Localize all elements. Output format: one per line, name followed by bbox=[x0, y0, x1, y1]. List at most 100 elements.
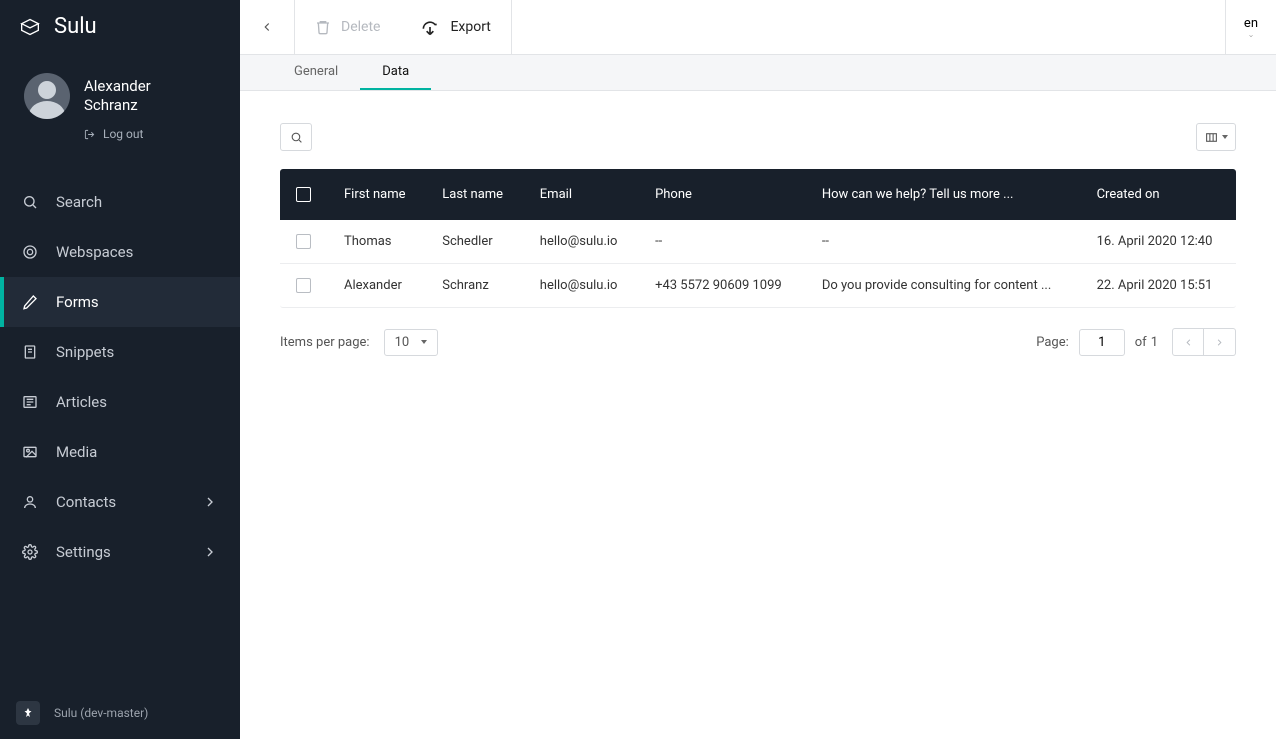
cell-created-on: 16. April 2020 12:40 bbox=[1081, 220, 1236, 264]
newspaper-icon bbox=[22, 394, 38, 410]
tab-general[interactable]: General bbox=[272, 55, 360, 90]
sidebar-item-label: Articles bbox=[56, 393, 107, 411]
sidebar-item-contacts[interactable]: Contacts bbox=[0, 477, 240, 527]
user-name: Alexander Schranz bbox=[84, 77, 151, 116]
cell-phone: +43 5572 90609 1099 bbox=[639, 264, 806, 308]
brand-logo-icon bbox=[20, 17, 40, 37]
target-icon bbox=[22, 244, 38, 260]
column-email[interactable]: Email bbox=[524, 169, 639, 220]
logout-link[interactable]: Log out bbox=[84, 127, 216, 141]
page-label: Page: bbox=[1036, 335, 1069, 350]
toolbar: Delete Export en bbox=[240, 0, 1276, 55]
user-block: Alexander Schranz Log out bbox=[0, 53, 240, 159]
user-last: Schranz bbox=[84, 96, 151, 116]
cell-help: Do you provide consulting for content ..… bbox=[806, 264, 1081, 308]
cell-first-name: Alexander bbox=[328, 264, 426, 308]
column-created-on[interactable]: Created on bbox=[1081, 169, 1236, 220]
nav: Search Webspaces Forms Snippets Articles… bbox=[0, 177, 240, 577]
table-search-button[interactable] bbox=[280, 123, 312, 151]
items-per-page-select[interactable]: 10 bbox=[384, 329, 439, 356]
sidebar-item-forms[interactable]: Forms bbox=[0, 277, 240, 327]
sidebar-item-search[interactable]: Search bbox=[0, 177, 240, 227]
search-icon bbox=[22, 194, 38, 210]
column-settings-button[interactable] bbox=[1196, 123, 1236, 151]
delete-label: Delete bbox=[341, 19, 380, 35]
sidebar-item-label: Forms bbox=[56, 293, 99, 311]
avatar[interactable] bbox=[24, 73, 70, 119]
chevron-left-icon bbox=[260, 20, 274, 34]
sidebar-item-label: Media bbox=[56, 443, 97, 461]
sidebar-item-snippets[interactable]: Snippets bbox=[0, 327, 240, 377]
sidebar: Sulu Alexander Schranz Log out Search bbox=[0, 0, 240, 739]
pin-icon bbox=[22, 707, 34, 719]
cell-created-on: 22. April 2020 15:51 bbox=[1081, 264, 1236, 308]
back-button[interactable] bbox=[240, 0, 295, 54]
column-phone[interactable]: Phone bbox=[639, 169, 806, 220]
export-label: Export bbox=[450, 19, 490, 35]
chevron-left-icon bbox=[1183, 337, 1194, 348]
language-value: en bbox=[1244, 16, 1258, 31]
chevron-down-icon bbox=[1246, 33, 1256, 39]
cell-phone: -- bbox=[639, 220, 806, 264]
tab-data[interactable]: Data bbox=[360, 55, 431, 90]
data-table: First name Last name Email Phone How can… bbox=[280, 169, 1236, 308]
table-header-row: First name Last name Email Phone How can… bbox=[280, 169, 1236, 220]
cell-last-name: Schedler bbox=[426, 220, 524, 264]
cell-first-name: Thomas bbox=[328, 220, 426, 264]
prev-page-button[interactable] bbox=[1172, 328, 1204, 356]
search-icon bbox=[290, 131, 303, 144]
sidebar-item-webspaces[interactable]: Webspaces bbox=[0, 227, 240, 277]
select-all-checkbox[interactable] bbox=[296, 187, 311, 202]
pencil-icon bbox=[22, 294, 38, 310]
table-row[interactable]: Alexander Schranz hello@sulu.io +43 5572… bbox=[280, 264, 1236, 308]
cell-last-name: Schranz bbox=[426, 264, 524, 308]
logout-label: Log out bbox=[103, 127, 143, 141]
export-icon bbox=[420, 17, 440, 37]
next-page-button[interactable] bbox=[1204, 328, 1236, 356]
brand: Sulu bbox=[0, 0, 240, 53]
tab-label: Data bbox=[382, 64, 409, 79]
items-per-page-label: Items per page: bbox=[280, 335, 370, 350]
column-first-name[interactable]: First name bbox=[328, 169, 426, 220]
snippet-icon bbox=[22, 344, 38, 360]
sidebar-item-label: Settings bbox=[56, 543, 111, 561]
table-row[interactable]: Thomas Schedler hello@sulu.io -- -- 16. … bbox=[280, 220, 1236, 264]
tab-label: General bbox=[294, 64, 338, 79]
content: First name Last name Email Phone How can… bbox=[240, 91, 1276, 739]
chevron-right-icon bbox=[202, 494, 218, 510]
column-last-name[interactable]: Last name bbox=[426, 169, 524, 220]
sidebar-item-label: Search bbox=[56, 193, 102, 211]
cell-email: hello@sulu.io bbox=[524, 264, 639, 308]
cell-help: -- bbox=[806, 220, 1081, 264]
items-per-page-value: 10 bbox=[395, 335, 410, 350]
column-help[interactable]: How can we help? Tell us more ... bbox=[806, 169, 1081, 220]
chevron-right-icon bbox=[202, 544, 218, 560]
user-first: Alexander bbox=[84, 77, 151, 97]
chevron-down-icon bbox=[1222, 135, 1228, 139]
table-footer: Items per page: 10 Page: of 1 bbox=[280, 328, 1236, 356]
page-input[interactable] bbox=[1079, 329, 1125, 356]
sidebar-item-media[interactable]: Media bbox=[0, 427, 240, 477]
image-icon bbox=[22, 444, 38, 460]
sidebar-item-label: Webspaces bbox=[56, 243, 133, 261]
language-selector[interactable]: en bbox=[1225, 0, 1276, 54]
delete-button[interactable]: Delete bbox=[295, 19, 400, 35]
sidebar-item-label: Snippets bbox=[56, 343, 114, 361]
version-label: Sulu (dev-master) bbox=[54, 706, 148, 720]
sidebar-item-label: Contacts bbox=[56, 493, 116, 511]
of-label: of bbox=[1135, 335, 1147, 350]
logout-icon bbox=[84, 129, 95, 140]
export-button[interactable]: Export bbox=[400, 17, 510, 37]
row-checkbox[interactable] bbox=[296, 278, 311, 293]
chevron-down-icon bbox=[421, 340, 427, 344]
brand-name: Sulu bbox=[54, 14, 97, 39]
pin-button[interactable] bbox=[16, 701, 40, 725]
tabs: General Data bbox=[240, 55, 1276, 91]
sidebar-footer: Sulu (dev-master) bbox=[0, 687, 240, 739]
chevron-right-icon bbox=[1214, 337, 1225, 348]
sidebar-item-articles[interactable]: Articles bbox=[0, 377, 240, 427]
row-checkbox[interactable] bbox=[296, 234, 311, 249]
trash-icon bbox=[315, 19, 331, 35]
sidebar-item-settings[interactable]: Settings bbox=[0, 527, 240, 577]
columns-icon bbox=[1205, 131, 1218, 144]
